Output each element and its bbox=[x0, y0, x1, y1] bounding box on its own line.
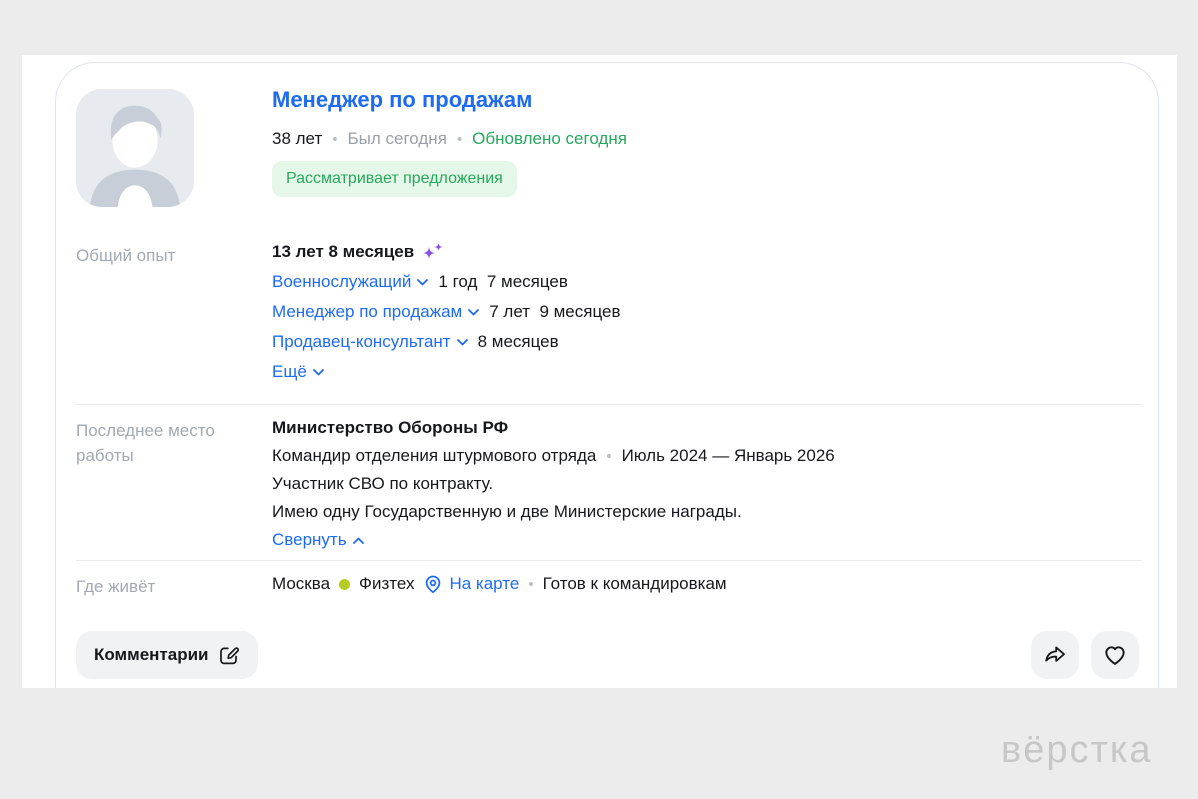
share-arrow-icon bbox=[1042, 642, 1068, 668]
favorite-button[interactable] bbox=[1091, 631, 1139, 679]
experience-role-link[interactable]: Менеджер по продажам bbox=[272, 302, 479, 322]
experience-role-link[interactable]: Военнослужащий bbox=[272, 272, 428, 292]
share-button[interactable] bbox=[1031, 631, 1079, 679]
metro-line-dot-icon bbox=[339, 579, 350, 590]
collapse-row: Свернуть bbox=[272, 530, 364, 550]
resume-card: Менеджер по продажам 38 лет Был сегодня … bbox=[55, 62, 1159, 688]
experience-duration: 8 месяцев bbox=[478, 332, 559, 352]
experience-total: 13 лет 8 месяцев bbox=[272, 242, 444, 262]
chevron-down-icon bbox=[468, 309, 479, 316]
experience-role-label: Продавец-консультант bbox=[272, 332, 451, 352]
experience-total-text: 13 лет 8 месяцев bbox=[272, 242, 414, 262]
section-divider bbox=[76, 404, 1142, 405]
position-title: Командир отделения штурмового отряда bbox=[272, 446, 596, 466]
last-seen-text: Был сегодня bbox=[348, 129, 447, 149]
age-text: 38 лет bbox=[272, 129, 322, 149]
ai-sparkles-icon bbox=[422, 243, 444, 261]
experience-role-link[interactable]: Продавец-консультант bbox=[272, 332, 468, 352]
comments-button[interactable]: Комментарии bbox=[76, 631, 258, 679]
avatar-placeholder-icon bbox=[76, 89, 194, 207]
updated-text: Обновлено сегодня bbox=[472, 129, 627, 149]
chevron-down-icon bbox=[313, 369, 324, 376]
verstka-watermark: вёрстка bbox=[1001, 729, 1152, 772]
separator-dot bbox=[457, 132, 462, 147]
collapse-link[interactable]: Свернуть bbox=[272, 530, 364, 550]
metro-station-text: Физтех bbox=[359, 574, 414, 594]
location-row: Москва Физтех На карте Готов к командиро… bbox=[272, 574, 727, 594]
experience-more-row: Ещё bbox=[272, 362, 324, 382]
experience-row: Военнослужащий 1 год 7 месяцев bbox=[272, 272, 568, 292]
experience-row: Продавец-консультант 8 месяцев bbox=[272, 332, 559, 352]
map-link[interactable]: На карте bbox=[423, 574, 519, 594]
section-divider bbox=[76, 560, 1142, 561]
experience-duration: 1 год 7 месяцев bbox=[438, 272, 568, 292]
separator-dot bbox=[528, 577, 533, 592]
position-period: Июль 2024 — Январь 2026 bbox=[622, 446, 835, 466]
heart-icon bbox=[1102, 642, 1128, 668]
resume-panel: Менеджер по продажам 38 лет Был сегодня … bbox=[22, 55, 1177, 688]
resume-title[interactable]: Менеджер по продажам bbox=[272, 87, 532, 113]
status-badge: Рассматривает предложения bbox=[272, 161, 517, 197]
experience-more-link[interactable]: Ещё bbox=[272, 362, 324, 382]
chevron-down-icon bbox=[457, 339, 468, 346]
comments-button-label: Комментарии bbox=[94, 645, 208, 665]
chevron-up-icon bbox=[353, 537, 364, 544]
location-label: Где живёт bbox=[76, 574, 256, 599]
separator-dot bbox=[606, 449, 611, 464]
map-link-label: На карте bbox=[449, 574, 519, 594]
business-trips-text: Готов к командировкам bbox=[543, 574, 727, 594]
meta-row: 38 лет Был сегодня Обновлено сегодня bbox=[272, 129, 627, 149]
position-row: Командир отделения штурмового отряда Июл… bbox=[272, 446, 835, 466]
company-name: Министерство Обороны РФ bbox=[272, 418, 508, 438]
avatar bbox=[76, 89, 194, 207]
experience-label: Общий опыт bbox=[76, 243, 256, 268]
collapse-label: Свернуть bbox=[272, 530, 347, 550]
experience-row: Менеджер по продажам 7 лет 9 месяцев bbox=[272, 302, 621, 322]
page: { "header": { "title": "Менеджер по прод… bbox=[0, 0, 1198, 799]
job-description-line: Участник СВО по контракту. bbox=[272, 474, 493, 494]
experience-duration: 7 лет 9 месяцев bbox=[489, 302, 620, 322]
experience-more-label: Ещё bbox=[272, 362, 307, 382]
last-job-label: Последнее место работы bbox=[76, 418, 256, 468]
job-description-line: Имею одну Государственную и две Министер… bbox=[272, 502, 742, 522]
map-pin-icon bbox=[423, 574, 443, 594]
separator-dot bbox=[332, 132, 337, 147]
edit-note-icon bbox=[218, 644, 240, 666]
experience-role-label: Военнослужащий bbox=[272, 272, 411, 292]
chevron-down-icon bbox=[417, 279, 428, 286]
city-text: Москва bbox=[272, 574, 330, 594]
experience-role-label: Менеджер по продажам bbox=[272, 302, 462, 322]
